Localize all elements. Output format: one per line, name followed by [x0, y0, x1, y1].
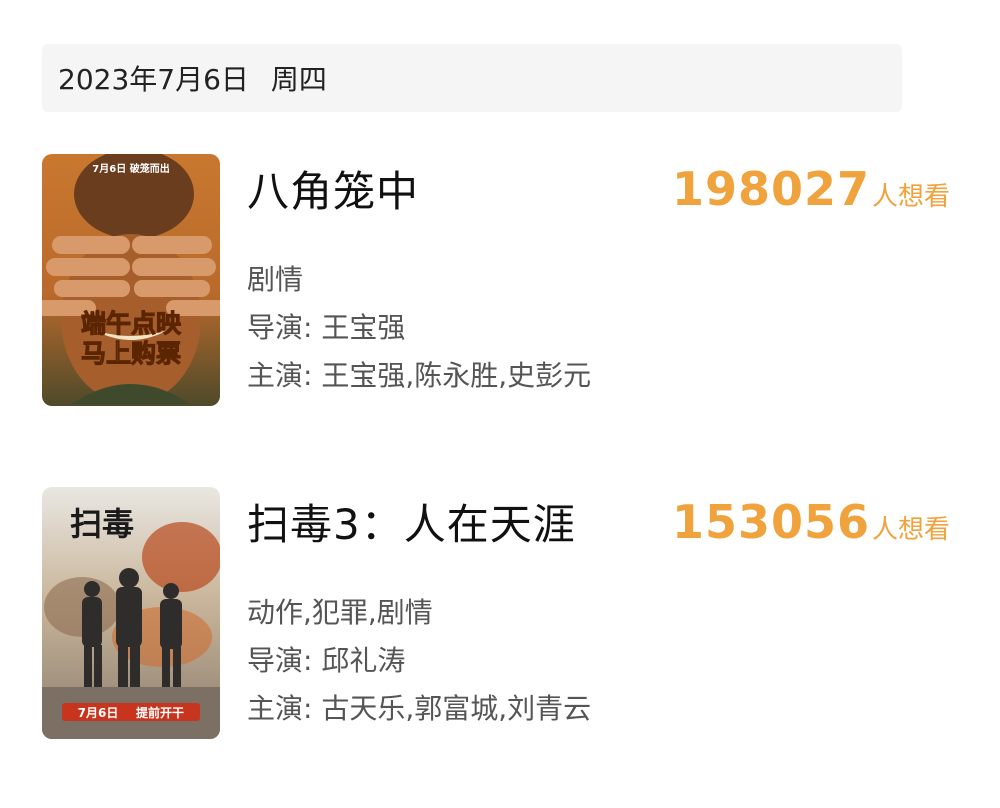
- want-count-suffix: 人想看: [871, 182, 950, 212]
- movie-director: 导演: 邱礼涛: [247, 639, 405, 679]
- poster-logo-text: 扫毒: [70, 505, 134, 543]
- movie-card[interactable]: 7月6日 破笼而出 端午点映 马上购票 八角笼中 198027 人想看 剧情 导…: [42, 154, 962, 406]
- cast-label: 主演:: [247, 359, 322, 392]
- date-header: 2023年7月6日 周四: [42, 44, 902, 112]
- want-to-see-count: 198027 人想看: [672, 162, 950, 216]
- date-text: 2023年7月6日: [58, 63, 249, 96]
- cast-names: 古天乐,郭富城,刘青云: [321, 692, 592, 725]
- poster-top-text: 7月6日 破笼而出: [92, 162, 169, 175]
- movie-director: 导演: 王宝强: [247, 306, 405, 346]
- movie-genre: 剧情: [247, 263, 304, 296]
- want-count-suffix: 人想看: [871, 515, 950, 545]
- movie-poster[interactable]: 7月6日 破笼而出 端午点映 马上购票: [42, 154, 220, 406]
- director-label: 导演:: [247, 644, 322, 677]
- director-name: 王宝强: [321, 311, 406, 344]
- movie-cast: 主演: 王宝强,陈永胜,史彭元: [247, 354, 591, 394]
- movie-card[interactable]: 扫毒 7月6日 提前开干 扫毒3：人在天涯 153056 人想看 动作,犯罪,剧…: [42, 487, 962, 739]
- movie-title[interactable]: 扫毒3：人在天涯: [247, 491, 576, 552]
- poster-bottom-date: 7月6日: [78, 706, 119, 720]
- movie-poster[interactable]: 扫毒 7月6日 提前开干: [42, 487, 220, 739]
- movie-title[interactable]: 八角笼中: [247, 158, 419, 219]
- movie-genre: 动作,犯罪,剧情: [247, 596, 433, 629]
- cast-names: 王宝强,陈永胜,史彭元: [321, 359, 592, 392]
- weekday-text: 周四: [270, 63, 327, 96]
- movie-list-page: 2023年7月6日 周四 7月6日 破笼而出 端午点映 马上购票 八角笼中 19…: [0, 0, 1000, 808]
- poster-caption-line1: 端午点映: [81, 309, 182, 338]
- cast-label: 主演:: [247, 692, 322, 725]
- director-label: 导演:: [247, 311, 322, 344]
- poster-caption-line2: 马上购票: [81, 339, 181, 368]
- movie-cast: 主演: 古天乐,郭富城,刘青云: [247, 687, 591, 727]
- want-to-see-count: 153056 人想看: [672, 495, 950, 549]
- want-count-number: 198027: [671, 162, 870, 216]
- want-count-number: 153056: [671, 495, 870, 549]
- director-name: 邱礼涛: [321, 644, 406, 677]
- poster-bottom-text: 提前开干: [136, 705, 184, 720]
